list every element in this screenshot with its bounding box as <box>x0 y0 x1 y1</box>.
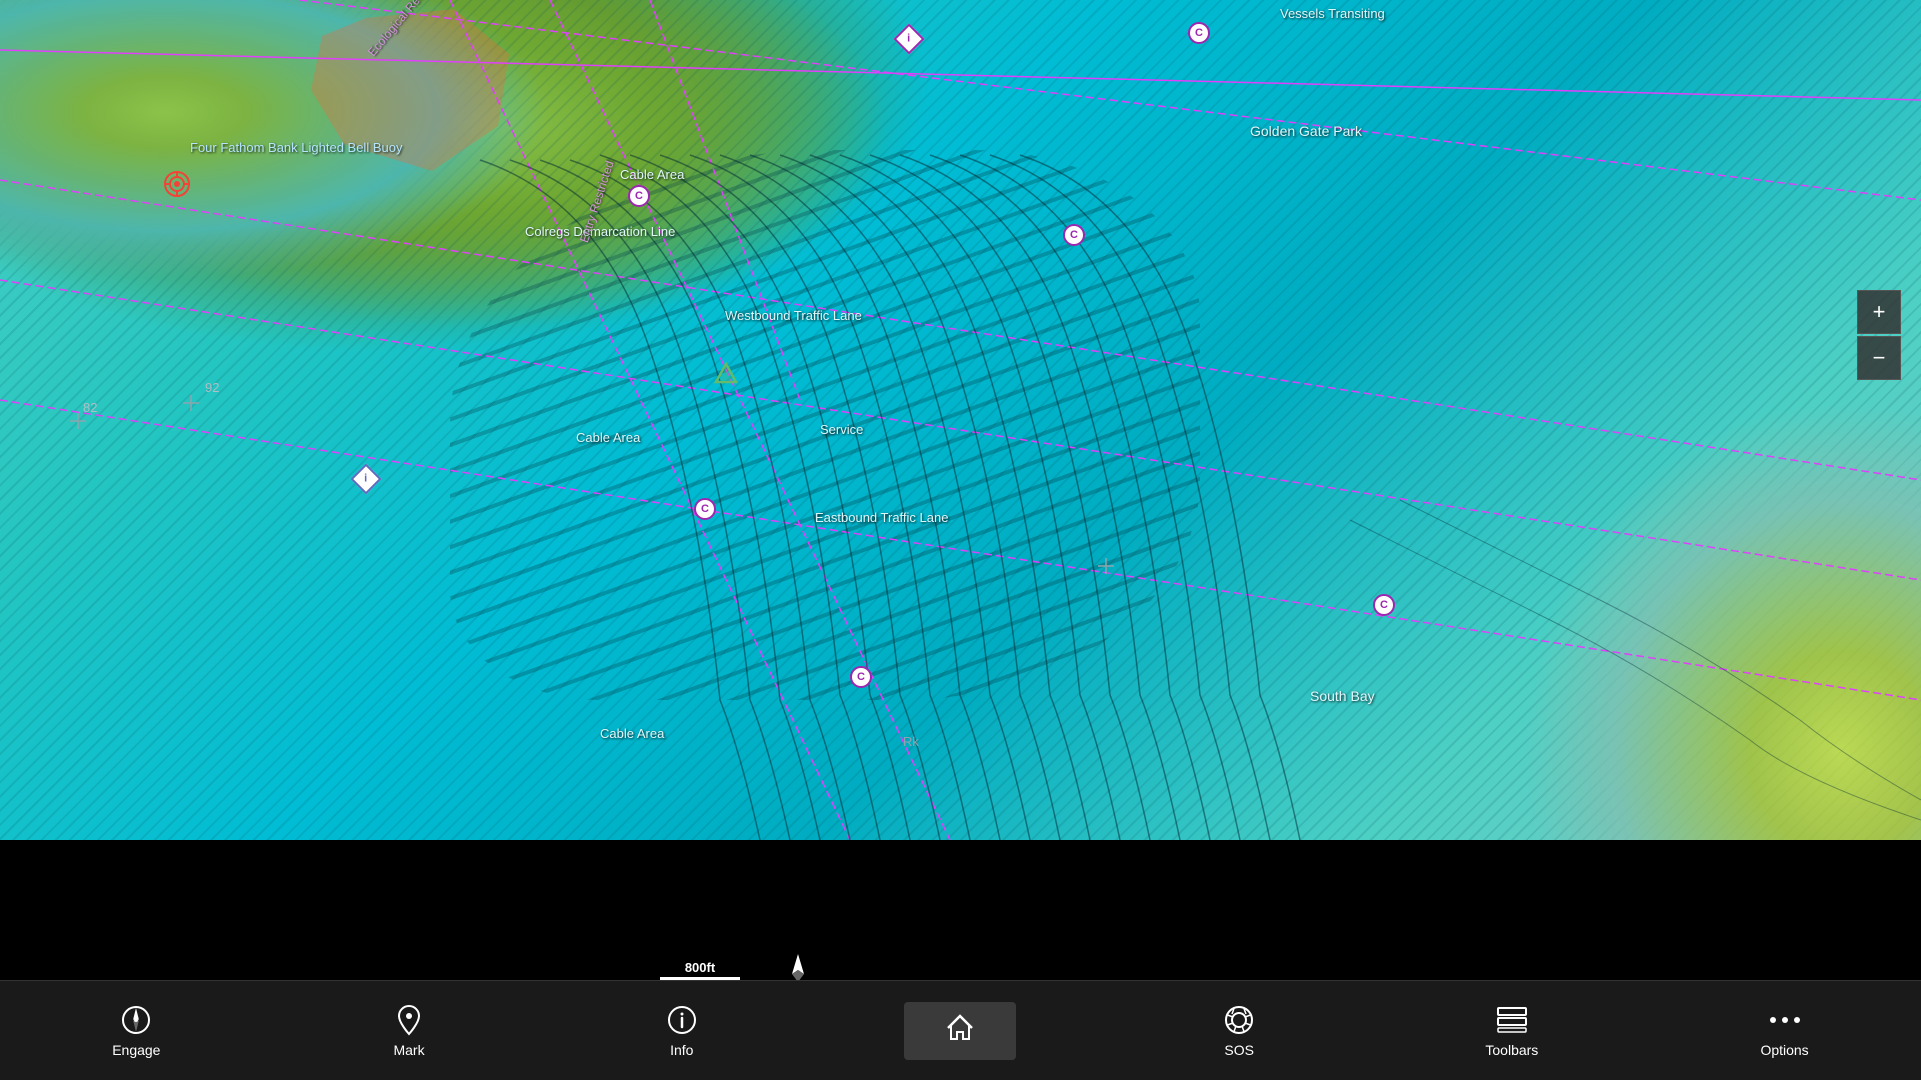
toolbar-home[interactable] <box>904 1002 1016 1060</box>
info-icon <box>666 1004 698 1036</box>
shallow-area-right <box>1521 400 1921 840</box>
engage-label: Engage <box>112 1042 160 1058</box>
toolbars-icon <box>1496 1004 1528 1036</box>
sos-label: SOS <box>1224 1042 1254 1058</box>
toolbar-info[interactable]: Info <box>632 994 732 1068</box>
toolbar-sos[interactable]: SOS <box>1189 994 1289 1068</box>
mark-label: Mark <box>393 1042 424 1058</box>
dune-pattern <box>450 150 1200 700</box>
options-label: Options <box>1760 1042 1808 1058</box>
map-container: Four Fathom Bank Lighted Bell Buoy Cable… <box>0 0 1921 1080</box>
toolbars-label: Toolbars <box>1485 1042 1538 1058</box>
toolbar-mark[interactable]: Mark <box>359 994 459 1068</box>
home-icon <box>944 1012 976 1044</box>
zoom-controls: + − <box>1857 290 1901 380</box>
toolbar-toolbars[interactable]: Toolbars <box>1462 994 1562 1068</box>
zoom-out-button[interactable]: − <box>1857 336 1901 380</box>
lifebuoy-icon <box>1223 1004 1255 1036</box>
scale-text: 800ft <box>685 960 715 975</box>
compass-icon <box>120 1004 152 1036</box>
info-label: Info <box>670 1042 693 1058</box>
dots-icon <box>1769 1004 1801 1036</box>
scale-bar: 800ft <box>660 960 740 980</box>
location-icon <box>393 1004 425 1036</box>
toolbar-options[interactable]: Options <box>1735 994 1835 1068</box>
zoom-in-button[interactable]: + <box>1857 290 1901 334</box>
toolbar-engage[interactable]: Engage <box>86 994 186 1068</box>
bottom-toolbar: Engage Mark Info <box>0 980 1921 1080</box>
